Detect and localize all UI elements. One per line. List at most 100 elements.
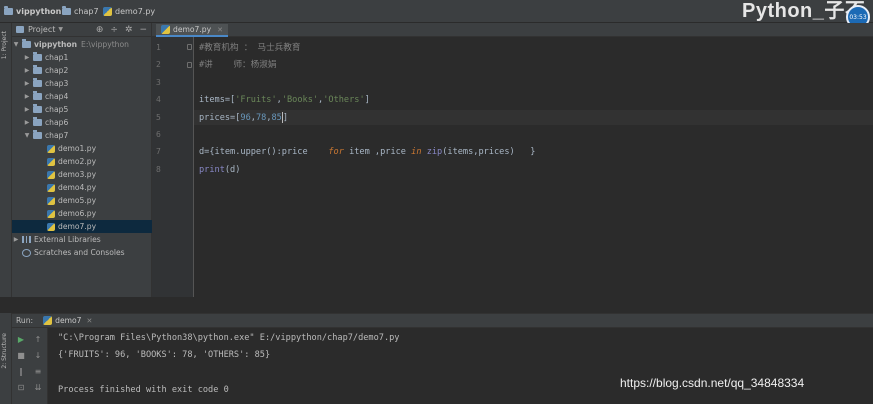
tree-scratches[interactable]: Scratches and Consoles: [12, 246, 152, 259]
scroll-up-icon[interactable]: ↑: [33, 334, 43, 344]
tree-folder-chap3[interactable]: ▶ chap3: [12, 77, 152, 90]
operator: ]: [282, 113, 289, 123]
code-line-4: items=['Fruits','Books','Others']: [199, 95, 370, 105]
rerun-icon[interactable]: ▶: [16, 334, 26, 344]
tree-folder-chap1[interactable]: ▶ chap1: [12, 51, 152, 64]
breadcrumb-project[interactable]: vippython: [4, 6, 61, 17]
code-line-7: d={item.upper():price for item ,price in…: [199, 145, 535, 159]
chevron-down-icon[interactable]: ▼: [24, 132, 30, 139]
chevron-right-icon[interactable]: ▶: [24, 106, 30, 113]
variable-name: prices: [199, 113, 231, 123]
breadcrumb-project-label: vippython: [16, 7, 62, 16]
close-icon[interactable]: ✕: [217, 26, 223, 34]
tree-file-demo5[interactable]: demo5.py: [12, 194, 152, 207]
tree-folder-chap7[interactable]: ▼ chap7: [12, 129, 152, 142]
line-number: 5: [156, 113, 161, 122]
collapse-icon[interactable]: ÷: [110, 25, 118, 35]
python-file-icon: [47, 222, 55, 231]
folder-icon: [33, 91, 42, 100]
editor-tab-label: demo7.py: [173, 25, 212, 34]
tree-external-libraries[interactable]: ▶ External Libraries: [12, 233, 152, 246]
python-file-icon: [47, 170, 55, 179]
pause-icon[interactable]: ‖: [16, 366, 26, 376]
code-editor[interactable]: #教育机构 ： 马士兵教育 #讲 师：杨淑娟 items=['Fruits','…: [194, 37, 873, 297]
code-text: item ,price: [343, 147, 412, 157]
navigation-bar: vippython chap7 demo7.py Python_子不 03:53: [0, 0, 873, 29]
tree-folder-label: chap2: [45, 66, 69, 75]
tree-file-demo7[interactable]: demo7.py: [12, 220, 152, 233]
tree-folder-chap4[interactable]: ▶ chap4: [12, 90, 152, 103]
code-line-8: print(d): [199, 163, 240, 177]
breadcrumb-file[interactable]: demo7.py: [103, 6, 155, 17]
chevron-right-icon[interactable]: ▶: [24, 80, 30, 87]
left-tool-strip: 1: Project 2: Structure: [0, 23, 12, 404]
chevron-right-icon[interactable]: ▶: [24, 119, 30, 126]
library-icon: [22, 236, 31, 243]
stop-icon[interactable]: ■: [16, 350, 26, 360]
editor-tab-bar: demo7.py ✕: [152, 23, 873, 37]
tree-file-demo3[interactable]: demo3.py: [12, 168, 152, 181]
line-number: 3: [156, 78, 161, 87]
watermark-text: https://blog.csdn.net/qq_34848334: [620, 376, 805, 390]
chevron-down-icon[interactable]: ▼: [58, 26, 63, 33]
chevron-right-icon[interactable]: ▶: [24, 93, 30, 100]
tree-folder-label: chap4: [45, 92, 69, 101]
project-panel-title[interactable]: Project: [28, 25, 55, 34]
tree-folder-chap5[interactable]: ▶ chap5: [12, 103, 152, 116]
line-number: 6: [156, 130, 161, 139]
code-text: (items,prices): [442, 147, 515, 157]
folder-icon: [4, 6, 13, 15]
tree-file-demo2[interactable]: demo2.py: [12, 155, 152, 168]
hide-icon[interactable]: −: [139, 25, 147, 35]
project-tool-tab[interactable]: 1: Project: [1, 31, 11, 59]
fold-marker-icon[interactable]: [187, 44, 192, 50]
fold-marker-icon[interactable]: [187, 62, 192, 68]
close-icon[interactable]: ✕: [87, 317, 93, 325]
soft-wrap-icon[interactable]: ≡: [33, 366, 43, 376]
project-icon: [16, 26, 24, 33]
tree-file-demo4[interactable]: demo4.py: [12, 181, 152, 194]
chevron-right-icon[interactable]: ▶: [24, 54, 30, 61]
number-literal: 78: [255, 113, 267, 123]
run-tab-demo7[interactable]: demo7 ✕: [43, 316, 92, 325]
python-file-icon: [161, 25, 170, 34]
tree-folder-label: chap1: [45, 53, 69, 62]
string-literal: 'Books': [281, 95, 319, 105]
chevron-right-icon[interactable]: ▶: [13, 236, 19, 243]
tree-file-label: demo1.py: [58, 144, 97, 153]
tree-folder-chap2[interactable]: ▶ chap2: [12, 64, 152, 77]
python-file-icon: [47, 144, 55, 153]
console-command-line: "C:\Program Files\Python38\python.exe" E…: [58, 333, 400, 343]
editor-gutter: 1 2 4 5 7 8 3 6: [152, 37, 194, 297]
run-panel-label: Run:: [16, 316, 34, 325]
breadcrumb-folder-label: chap7: [74, 7, 99, 16]
chevron-down-icon[interactable]: ▼: [13, 41, 19, 48]
console-output-line: {'FRUITS': 96, 'BOOKS': 78, 'OTHERS': 85…: [58, 350, 271, 360]
line-number: 1: [156, 43, 161, 52]
run-console[interactable]: "C:\Program Files\Python38\python.exe" E…: [48, 328, 873, 404]
tree-folder-chap6[interactable]: ▶ chap6: [12, 116, 152, 129]
breadcrumb-file-label: demo7.py: [115, 7, 156, 16]
tree-file-demo1[interactable]: demo1.py: [12, 142, 152, 155]
tree-root-vippython[interactable]: ▼ vippython E:\vippython: [12, 38, 152, 51]
tree-external-libraries-label: External Libraries: [34, 235, 101, 244]
operator: =[: [230, 113, 241, 123]
python-file-icon: [47, 209, 55, 218]
folder-icon: [62, 6, 71, 15]
breadcrumb-folder[interactable]: chap7: [62, 6, 99, 17]
chevron-right-icon[interactable]: ▶: [24, 67, 30, 74]
python-file-icon: [47, 157, 55, 166]
tree-file-demo6[interactable]: demo6.py: [12, 207, 152, 220]
locate-icon[interactable]: ⊕: [96, 25, 104, 35]
console-exit-line: Process finished with exit code 0: [58, 385, 229, 395]
scroll-down-icon[interactable]: ↓: [33, 350, 43, 360]
restore-layout-icon[interactable]: ⊡: [16, 382, 26, 392]
tree-file-label: demo3.py: [58, 170, 97, 179]
code-text: (d): [224, 165, 241, 175]
structure-tool-tab[interactable]: 2: Structure: [1, 333, 11, 369]
tree-file-label: demo7.py: [58, 222, 97, 231]
gear-icon[interactable]: ✲: [125, 25, 133, 35]
operator: }: [530, 147, 536, 157]
scroll-to-end-icon[interactable]: ⇊: [33, 382, 43, 392]
editor-tab-demo7[interactable]: demo7.py ✕: [156, 24, 228, 37]
